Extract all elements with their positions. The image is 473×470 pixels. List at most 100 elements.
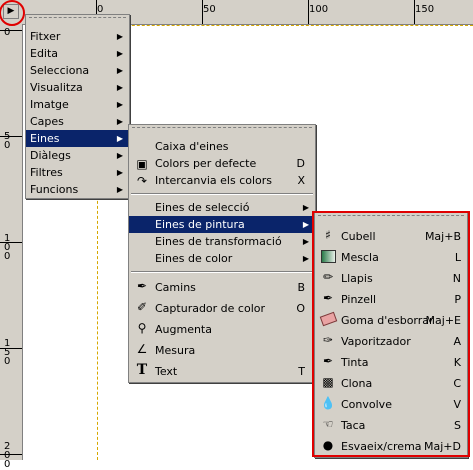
tools-submenu-item[interactable]: Eines de transformació ▶ — [129, 233, 315, 250]
paint-menu-item[interactable]: ✒ Tinta K — [315, 352, 467, 373]
ruler-tick — [308, 0, 309, 24]
shortcut-label: Maj+E — [425, 314, 461, 327]
tools-menu-item[interactable]: ✒ Camins B — [129, 277, 315, 298]
image-menu-item[interactable]: Imatge ▶ — [26, 96, 129, 113]
shortcut-label: Maj+D — [424, 440, 461, 453]
tools-menu-item[interactable]: ▣ Colors per defecte D — [129, 155, 315, 172]
paint-menu-item-label: Taca — [341, 419, 366, 432]
paint-menu-item-label: Convolve — [341, 398, 392, 411]
submenu-arrow-icon: ▶ — [116, 168, 123, 177]
submenu-arrow-icon: ▶ — [302, 254, 309, 263]
paint-menu-item[interactable]: ✒ Pinzell P — [315, 289, 467, 310]
paint-menu-item[interactable]: ● Esvaeix/crema Maj+D — [315, 436, 467, 457]
image-menu-item[interactable]: Funcions ▶ — [26, 181, 129, 198]
submenu-arrow-icon: ▶ — [116, 66, 123, 75]
image-menu-item[interactable]: Eines ▶ — [26, 130, 129, 147]
tools-menu-item-label: Caixa d'eines — [155, 140, 229, 153]
paint-menu-item[interactable]: ♯ Cubell Maj+B — [315, 226, 467, 247]
image-menu-item-label: Selecciona — [30, 64, 90, 77]
ruler-label: 100 — [4, 233, 11, 262]
shortcut-label: L — [454, 251, 461, 264]
ruler-label: 50 — [4, 132, 11, 151]
ruler-label: 100 — [309, 4, 329, 15]
image-menu-item-label: Diàlegs — [30, 149, 71, 162]
tools-submenu-item[interactable]: Eines de pintura ▶ — [129, 216, 315, 233]
submenu-arrow-icon: ▶ — [302, 237, 309, 246]
tools-submenu-item[interactable]: Eines de color ▶ — [129, 250, 315, 267]
tools-menu-item[interactable]: T Text T — [129, 361, 315, 382]
text-icon: T — [136, 361, 148, 378]
dodge-burn-icon: ● — [322, 437, 334, 452]
color-picker-icon: ✐ — [136, 299, 148, 314]
submenu-arrow-icon: ▶ — [116, 32, 123, 41]
shortcut-label: Maj+B — [424, 230, 461, 243]
blend-icon — [320, 248, 336, 264]
shortcut-label: K — [453, 356, 461, 369]
paint-menu-item[interactable]: ▩ Clona C — [315, 373, 467, 394]
image-menu-item-label: Visualitza — [30, 81, 83, 94]
shortcut-label: T — [298, 365, 305, 378]
tearoff-line[interactable] — [318, 215, 464, 222]
tools-menu-item[interactable]: ↷ Intercanvia els colors X — [129, 172, 315, 189]
menu-separator — [131, 271, 313, 273]
shortcut-label: P — [454, 293, 461, 306]
image-menu-item-label: Funcions — [30, 183, 79, 196]
paint-menu-item[interactable]: Goma d'esborrar Maj+E — [315, 310, 467, 331]
image-menu-item[interactable]: Filtres ▶ — [26, 164, 129, 181]
submenu-arrow-icon: ▶ — [116, 185, 123, 194]
ink-icon: ✒ — [322, 353, 334, 368]
menu-separator — [131, 193, 313, 195]
image-menu-item[interactable]: Edita ▶ — [26, 45, 129, 62]
image-menu-item[interactable]: Selecciona ▶ — [26, 62, 129, 79]
tools-menu-item[interactable]: Caixa d'eines — [129, 138, 315, 155]
airbrush-icon: ✑ — [322, 332, 334, 347]
image-menu-item-label: Imatge — [30, 98, 69, 111]
bucket-fill-icon: ♯ — [325, 227, 331, 242]
tools-submenu: Caixa d'eines ▣ Colors per defecte D ↷ Interc… — [128, 124, 316, 383]
clone-icon: ▩ — [322, 374, 334, 389]
tools-menu-item-label: Text — [155, 365, 178, 378]
shortcut-label: B — [297, 281, 305, 294]
paint-menu-item-label: Mescla — [341, 251, 379, 264]
tools-menu-item[interactable]: ✐ Capturador de color O — [129, 298, 315, 319]
tools-menu-item-label: Capturador de color — [155, 302, 266, 315]
paint-menu-item[interactable]: ☜ Taca S — [315, 415, 467, 436]
image-menu-item[interactable]: Visualitza ▶ — [26, 79, 129, 96]
tools-menu-item-label: Camins — [155, 281, 196, 294]
tools-menu-item-label: Augmenta — [155, 323, 212, 336]
shortcut-label: N — [452, 272, 461, 285]
paths-icon: ✒ — [136, 278, 148, 293]
shortcut-label: X — [297, 174, 305, 187]
image-menu-item-label: Filtres — [30, 166, 63, 179]
tearoff-line[interactable] — [132, 127, 312, 134]
paint-menu-item[interactable]: ✑ Vaporitzador A — [315, 331, 467, 352]
submenu-arrow-icon: ▶ — [302, 220, 309, 229]
tools-menu-item[interactable]: ∠ Mesura — [129, 340, 315, 361]
vertical-ruler[interactable]: 0 50 100 150 200 — [0, 24, 23, 470]
submenu-arrow-icon: ▶ — [116, 100, 123, 109]
paint-menu-item-label: Cubell — [341, 230, 376, 243]
tools-menu-item[interactable]: ⚲ Augmenta — [129, 319, 315, 340]
image-menu-item[interactable]: Capes ▶ — [26, 113, 129, 130]
paint-menu-item[interactable]: Mescla L — [315, 247, 467, 268]
paint-menu-item-label: Esvaeix/crema — [341, 440, 422, 453]
tools-menu-item-label: Colors per defecte — [155, 157, 257, 170]
tearoff-line[interactable] — [29, 17, 126, 24]
eraser-icon — [319, 311, 337, 327]
ruler-tick — [202, 0, 203, 24]
image-menu-item[interactable]: Fitxer ▶ — [26, 28, 129, 45]
shortcut-label: S — [454, 419, 461, 432]
paint-menu-item-label: Goma d'esborrar — [341, 314, 434, 327]
ruler-label: 50 — [203, 4, 216, 15]
paint-menu-item-label: Tinta — [341, 356, 369, 369]
tools-submenu-item-label: Eines de pintura — [155, 218, 245, 231]
image-menu-item[interactable]: Diàlegs ▶ — [26, 147, 129, 164]
paint-menu-item-label: Pinzell — [341, 293, 377, 306]
paint-menu-item[interactable]: ✏ Llapis N — [315, 268, 467, 289]
default-colors-icon: ▣ — [136, 156, 148, 171]
shortcut-label: V — [453, 398, 461, 411]
ruler-tick — [0, 136, 22, 137]
ruler-tick — [0, 454, 22, 455]
tools-submenu-item[interactable]: Eines de selecció ▶ — [129, 199, 315, 216]
paint-menu-item[interactable]: 💧 Convolve V — [315, 394, 467, 415]
